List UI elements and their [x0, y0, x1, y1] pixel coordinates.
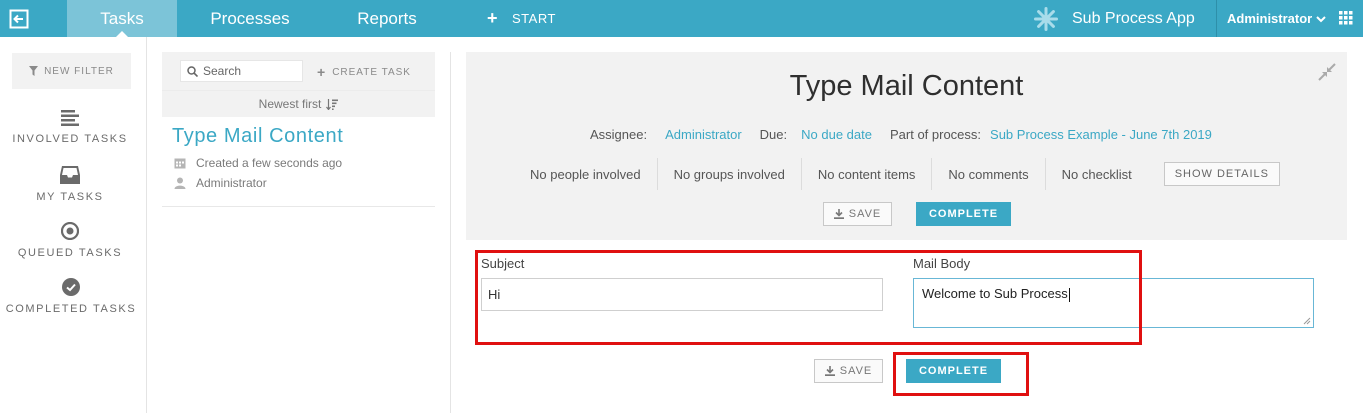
comments[interactable]: No comments: [931, 158, 1044, 190]
task-title: Type Mail Content: [172, 125, 344, 147]
plus-icon: +: [487, 8, 499, 28]
form-save-label: SAVE: [839, 365, 873, 377]
new-filter-button[interactable]: NEW FILTER: [12, 53, 131, 89]
page-title: Type Mail Content: [789, 70, 1024, 102]
target-icon: [61, 222, 79, 240]
sidebar-item-label: COMPLETED TASKS: [5, 303, 137, 315]
create-task-button[interactable]: + CREATE TASK: [317, 64, 411, 80]
sidebar-item-involved-tasks[interactable]: INVOLVED TASKS: [0, 110, 140, 147]
user-icon: [174, 177, 186, 189]
sort-descending-icon: [326, 98, 339, 110]
process-link[interactable]: Sub Process Example - June 7th 2019: [990, 127, 1212, 142]
new-filter-label: NEW FILTER: [44, 65, 114, 77]
start-button[interactable]: + START: [487, 0, 556, 37]
tab-tasks[interactable]: Tasks: [67, 0, 177, 38]
assignee-label: Assignee:: [590, 127, 648, 142]
topbar-divider: [1216, 0, 1217, 37]
app-logo-icon: [1034, 6, 1058, 31]
exit-icon: [9, 9, 29, 28]
save-button[interactable]: SAVE: [823, 202, 892, 226]
tab-processes-label: Processes: [210, 8, 290, 28]
task-list-panel: Search + CREATE TASK Newest first Type M…: [162, 52, 435, 207]
create-task-label: CREATE TASK: [332, 66, 411, 78]
form-save-button[interactable]: SAVE: [814, 359, 883, 383]
due-label: Due:: [759, 127, 788, 142]
save-label: SAVE: [848, 208, 882, 220]
list-item[interactable]: Type Mail Content Created a few seconds …: [162, 117, 435, 207]
sidebar-item-label: INVOLVED TASKS: [12, 133, 128, 145]
column-divider: [450, 52, 451, 413]
check-circle-icon: [62, 278, 80, 296]
sidebar-item-label: MY TASKS: [36, 191, 104, 203]
highlight-box-complete: [893, 352, 1029, 396]
calendar-icon: [174, 158, 186, 169]
user-name: Administrator: [1227, 11, 1313, 26]
top-navigation-bar: Tasks Processes Reports + START Sub Proc…: [0, 0, 1363, 38]
back-button[interactable]: [0, 0, 38, 37]
sidebar-item-completed-tasks[interactable]: COMPLETED TASKS: [0, 278, 142, 317]
sidebar-item-label: QUEUED TASKS: [17, 247, 123, 259]
people-involved[interactable]: No people involved: [520, 158, 657, 190]
tab-reports[interactable]: Reports: [337, 0, 437, 37]
search-input[interactable]: Search: [180, 60, 303, 82]
sidebar-item-queued-tasks[interactable]: QUEUED TASKS: [0, 222, 140, 261]
sort-toggle[interactable]: Newest first: [162, 90, 435, 117]
app-name: Sub Process App: [1034, 0, 1195, 37]
filter-icon: [29, 66, 39, 76]
list-icon: [61, 110, 79, 126]
chevron-down-icon: [1316, 15, 1326, 22]
plus-icon: +: [317, 64, 327, 80]
groups-involved[interactable]: No groups involved: [656, 158, 801, 190]
search-icon: [187, 65, 198, 77]
user-menu[interactable]: Administrator: [1227, 0, 1326, 37]
apps-grid-button[interactable]: [1339, 11, 1353, 30]
left-sidebar: NEW FILTER INVOLVED TASKS MY TASKS QUEUE…: [0, 37, 147, 413]
resize-handle-icon[interactable]: [1303, 317, 1311, 325]
tab-processes[interactable]: Processes: [195, 0, 305, 37]
content-items[interactable]: No content items: [800, 158, 932, 190]
inbox-icon: [60, 166, 80, 184]
due-date-link[interactable]: No due date: [801, 127, 872, 142]
search-placeholder: Search: [203, 64, 242, 78]
tab-tasks-label: Tasks: [100, 8, 144, 28]
task-assignee-text: Administrator: [196, 176, 267, 190]
tab-reports-label: Reports: [357, 8, 417, 28]
download-icon: [833, 209, 844, 219]
start-label: START: [512, 11, 556, 26]
sidebar-item-my-tasks[interactable]: MY TASKS: [0, 166, 140, 205]
task-created: Created a few seconds ago: [174, 156, 425, 170]
task-created-text: Created a few seconds ago: [196, 156, 343, 170]
show-details-button[interactable]: SHOW DETAILS: [1163, 162, 1281, 186]
download-icon: [824, 366, 835, 376]
task-meta-row: Assignee: Administrator Due: No due date…: [590, 127, 1230, 142]
task-involvement-row: No people involved No groups involved No…: [520, 158, 1281, 190]
app-name-label: Sub Process App: [1072, 9, 1195, 27]
task-detail-header: Type Mail Content Assignee: Administrato…: [466, 52, 1347, 240]
checklist[interactable]: No checklist: [1044, 158, 1148, 190]
task-list-header: Search + CREATE TASK: [162, 52, 435, 90]
sort-label: Newest first: [258, 97, 322, 111]
grid-icon: [1339, 11, 1353, 25]
process-label: Part of process:: [889, 127, 982, 142]
highlight-box-form: [475, 250, 1142, 345]
task-assignee: Administrator: [174, 176, 425, 190]
assignee-link[interactable]: Administrator: [665, 127, 742, 142]
complete-button[interactable]: COMPLETE: [916, 202, 1011, 226]
